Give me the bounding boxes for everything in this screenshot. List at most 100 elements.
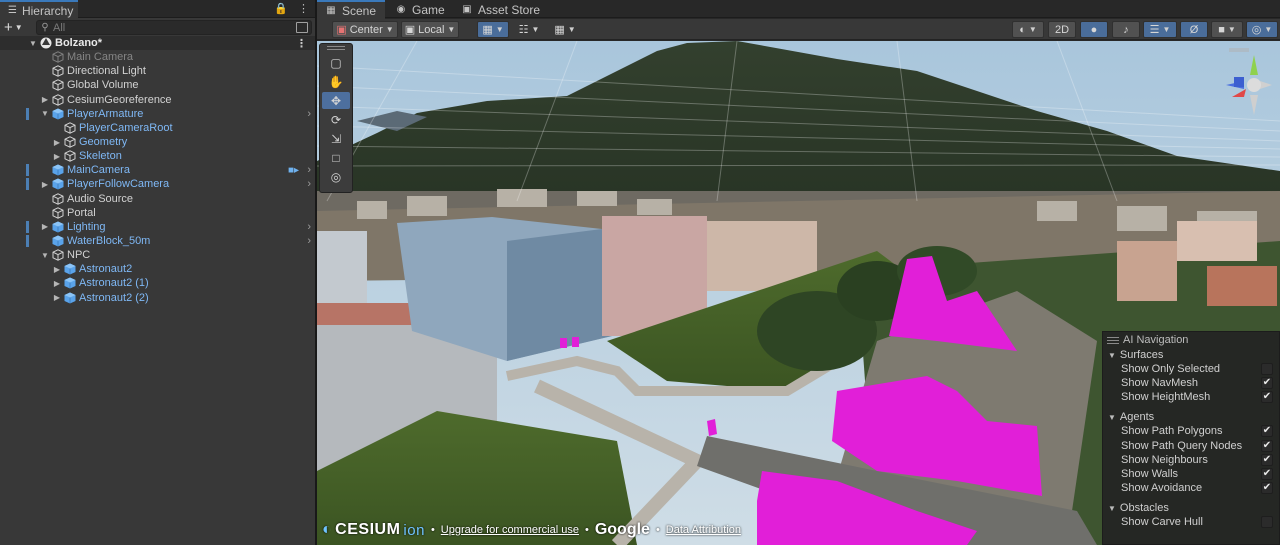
hierarchy-item-label: Skeleton: [79, 150, 122, 163]
hierarchy-item-label: Directional Light: [67, 65, 146, 78]
hierarchy-row[interactable]: ▶ CesiumGeoreference: [0, 93, 315, 107]
ai-nav-option-checkbox[interactable]: ✔: [1261, 439, 1273, 452]
expand-arrow-icon[interactable]: ▼: [28, 39, 38, 48]
hierarchy-row[interactable]: ▶ Astronaut2 (1): [0, 276, 315, 290]
rect-tool-icon[interactable]: □: [322, 149, 350, 166]
view-tool-cube-icon[interactable]: ▢: [322, 54, 350, 71]
hierarchy-search[interactable]: ⚲: [36, 20, 312, 35]
kebab-menu-icon[interactable]: ⋮: [298, 2, 309, 15]
hierarchy-row[interactable]: ▶ Skeleton: [0, 149, 315, 163]
hierarchy-row[interactable]: ▶ Lighting ›: [0, 220, 315, 234]
hierarchy-row[interactable]: ▼ NPC: [0, 248, 315, 262]
hierarchy-item-label: Astronaut2 (2): [79, 291, 149, 304]
tab-game[interactable]: ◉ Game: [387, 0, 453, 19]
pivot-icon: ▣: [336, 24, 347, 36]
pivot-rotation-dropdown[interactable]: ▣ Local ▼: [401, 21, 459, 38]
collapse-arrow-icon[interactable]: ▶: [40, 95, 50, 104]
hierarchy-item-label: Global Volume: [67, 79, 139, 92]
data-attribution-link[interactable]: Data Attribution: [666, 524, 741, 536]
drag-handle-icon[interactable]: [320, 44, 352, 52]
draw-mode-dropdown[interactable]: ◐ ▼: [1012, 21, 1044, 38]
ai-nav-option-checkbox[interactable]: ✔: [1261, 391, 1273, 404]
lighting-toggle[interactable]: ●: [1080, 21, 1108, 38]
tab-scene[interactable]: ▦ Scene: [317, 0, 385, 19]
add-object-button[interactable]: + ▼: [2, 18, 30, 36]
snap-increment-icon: ☷: [518, 24, 529, 36]
scene-camera-dropdown[interactable]: ■ ▼: [1211, 21, 1243, 38]
grid-visibility-button[interactable]: ▦ ▼: [549, 21, 581, 38]
hierarchy-row[interactable]: WaterBlock_50m ›: [0, 234, 315, 248]
rotate-tool-icon[interactable]: ⟳: [322, 111, 350, 128]
transform-tool-icon[interactable]: ◎: [322, 168, 350, 185]
orientation-gizmo[interactable]: [1194, 41, 1280, 117]
hierarchy-row[interactable]: PlayerCameraRoot: [0, 121, 315, 135]
ai-nav-section-header[interactable]: ▼ Surfaces: [1103, 348, 1279, 362]
ai-nav-option-checkbox[interactable]: ✔: [1261, 453, 1273, 466]
ai-nav-option: Show Avoidance ✔: [1103, 481, 1279, 495]
grid-snapping-button[interactable]: ▦ ▼: [477, 21, 509, 38]
tab-asset-store[interactable]: ▣ Asset Store: [453, 0, 548, 19]
ai-nav-option-checkbox[interactable]: [1261, 363, 1273, 375]
scale-tool-icon[interactable]: ⇲: [322, 130, 350, 147]
ai-nav-section-header[interactable]: ▼ Obstacles: [1103, 501, 1279, 515]
collapse-arrow-icon[interactable]: ▶: [52, 293, 62, 302]
hidden-objects-toggle[interactable]: Ø: [1180, 21, 1208, 38]
hierarchy-row[interactable]: Portal: [0, 206, 315, 220]
hierarchy-row[interactable]: ▶ Astronaut2: [0, 262, 315, 276]
audio-toggle[interactable]: ♪: [1112, 21, 1140, 38]
scene-tabbar: ▦ Scene ◉ Game ▣ Asset Store: [317, 0, 1280, 19]
lock-icon[interactable]: 🔒: [274, 2, 288, 15]
collapse-arrow-icon[interactable]: ▶: [40, 180, 50, 189]
search-by-type-icon[interactable]: [296, 22, 308, 33]
toggle-2d-button[interactable]: 2D: [1048, 21, 1076, 38]
hand-tool-icon[interactable]: ✋: [322, 73, 350, 90]
move-tool-icon[interactable]: ✥: [322, 92, 350, 109]
hierarchy-row[interactable]: ▶ Astronaut2 (2): [0, 291, 315, 305]
hierarchy-row[interactable]: Global Volume: [0, 78, 315, 92]
collapse-arrow-icon[interactable]: ▶: [52, 152, 62, 161]
camera-icon[interactable]: ■▸: [288, 165, 299, 176]
kebab-menu-icon[interactable]: ⋮: [296, 37, 307, 50]
open-prefab-chevron-icon[interactable]: ›: [307, 235, 311, 247]
incremental-snap-button[interactable]: ☷ ▼: [513, 21, 545, 38]
hierarchy-row[interactable]: ▼ PlayerArmature ›: [0, 107, 315, 121]
hierarchy-row[interactable]: Directional Light: [0, 64, 315, 78]
ai-nav-option: Show Only Selected: [1103, 362, 1279, 376]
expand-arrow-icon[interactable]: ▼: [40, 109, 50, 118]
prefab-icon: [64, 263, 76, 275]
ai-navigation-title-bar[interactable]: AI Navigation: [1103, 332, 1279, 348]
collapse-arrow-icon[interactable]: ▶: [40, 222, 50, 231]
ai-nav-option-checkbox[interactable]: ✔: [1261, 467, 1273, 480]
hierarchy-row[interactable]: ▼ Bolzano* ⋮: [0, 36, 315, 51]
pivot-mode-dropdown[interactable]: ▣ Center ▼: [332, 21, 398, 38]
ai-nav-option-checkbox[interactable]: ✔: [1261, 481, 1273, 494]
ai-nav-option-checkbox[interactable]: [1261, 516, 1273, 529]
scene-viewport[interactable]: ▢ ✋ ✥ ⟳ ⇲ □ ◎ AI Navigation ▼ Surfaces S…: [317, 41, 1280, 545]
upgrade-link[interactable]: Upgrade for commercial use: [441, 524, 579, 536]
hierarchy-row[interactable]: Main Camera: [0, 50, 315, 64]
hierarchy-row[interactable]: ▶ Geometry: [0, 135, 315, 149]
expand-arrow-icon: ▼: [1108, 503, 1116, 513]
open-prefab-chevron-icon[interactable]: ›: [307, 164, 311, 176]
prefab-icon: [52, 235, 64, 247]
collapse-arrow-icon[interactable]: ▶: [52, 279, 62, 288]
hierarchy-row[interactable]: MainCamera ■▸ ›: [0, 163, 315, 177]
effects-dropdown[interactable]: ☰ ▼: [1143, 21, 1177, 38]
collapse-arrow-icon[interactable]: ▶: [52, 265, 62, 274]
cube-icon: [52, 249, 64, 261]
collapse-arrow-icon[interactable]: ▶: [52, 138, 62, 147]
hierarchy-row[interactable]: ▶ PlayerFollowCamera ›: [0, 177, 315, 191]
search-input[interactable]: [53, 21, 283, 34]
gizmos-dropdown[interactable]: ◎ ▼: [1246, 21, 1278, 38]
ai-nav-option-checkbox[interactable]: ✔: [1261, 425, 1273, 438]
ai-nav-option-checkbox[interactable]: ✔: [1261, 377, 1273, 390]
open-prefab-chevron-icon[interactable]: ›: [307, 108, 311, 120]
expand-arrow-icon[interactable]: ▼: [40, 251, 50, 260]
drag-handle-icon: [1107, 336, 1119, 344]
open-prefab-chevron-icon[interactable]: ›: [307, 178, 311, 190]
hierarchy-row[interactable]: Audio Source: [0, 192, 315, 206]
open-prefab-chevron-icon[interactable]: ›: [307, 221, 311, 233]
tab-hierarchy[interactable]: ☰ Hierarchy: [0, 0, 78, 19]
ai-nav-section-header[interactable]: ▼ Agents: [1103, 410, 1279, 424]
add-label: +: [4, 18, 13, 36]
